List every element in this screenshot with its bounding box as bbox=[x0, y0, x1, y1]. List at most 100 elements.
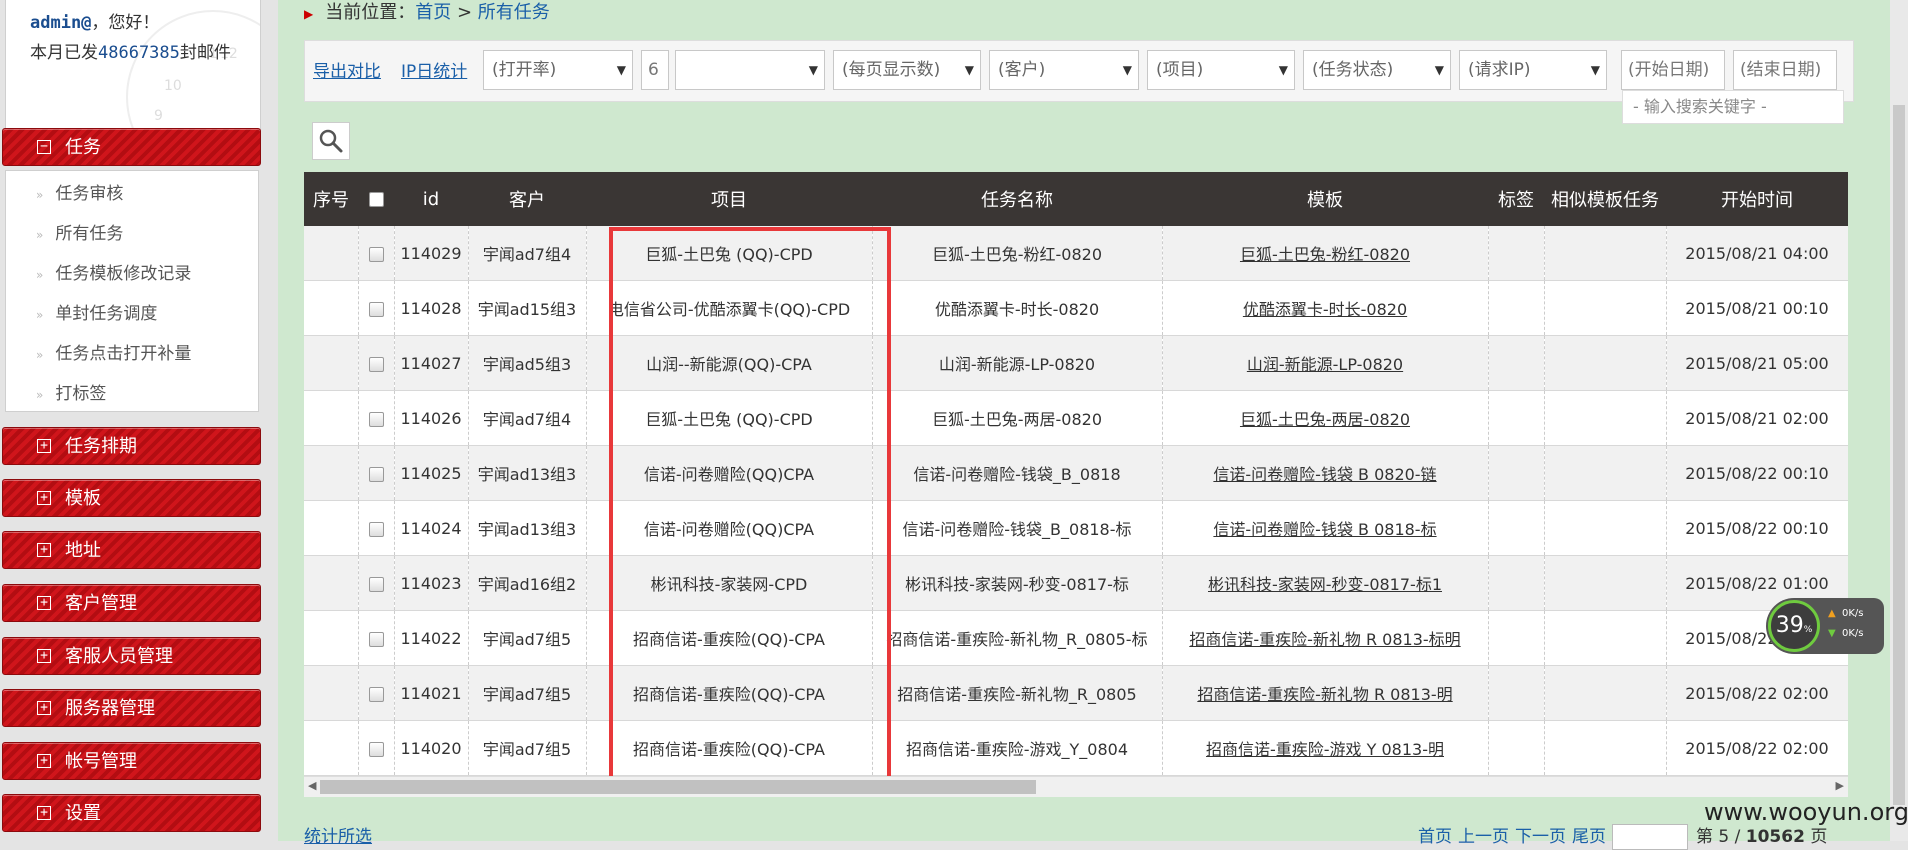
stats-selected-link[interactable]: 统计所选 bbox=[304, 822, 372, 847]
project-cell: 巨狐-土巴兔 (QQ)-CPD bbox=[586, 226, 873, 281]
template-link[interactable]: 招商信诺-重疾险-游戏 Y 0813-明 bbox=[1162, 720, 1489, 776]
row-checkbox[interactable] bbox=[368, 301, 384, 317]
start-time-cell: 2015/08/22 02:00 bbox=[1666, 720, 1848, 776]
per-page-select[interactable]: (每页显示数) ▼ bbox=[833, 50, 981, 90]
template-link[interactable]: 彬讯科技-家装网-秒变-0817-标1 bbox=[1162, 555, 1489, 611]
id-cell: 114023 bbox=[394, 555, 469, 611]
row-checkbox[interactable] bbox=[368, 466, 384, 482]
submenu-item-single-dispatch[interactable]: » 单封任务调度 bbox=[36, 299, 157, 324]
page-first-link[interactable]: 首页 bbox=[1418, 827, 1452, 847]
scroll-right-icon[interactable]: ▶ bbox=[1836, 779, 1844, 792]
request-ip-select[interactable]: (请求IP) ▼ bbox=[1459, 50, 1607, 90]
template-link[interactable]: 信诺-问卷赠险-钱袋 B 0818-标 bbox=[1162, 500, 1489, 556]
menu-customer[interactable]: + 客户管理 bbox=[2, 584, 261, 622]
template-link[interactable]: 巨狐-土巴兔-粉红-0820 bbox=[1162, 226, 1489, 281]
select-all-checkbox[interactable] bbox=[368, 192, 384, 207]
task-name-cell: 信诺-问卷赠险-钱袋_B_0818 bbox=[872, 445, 1163, 501]
checkbox-cell[interactable] bbox=[358, 226, 395, 281]
menu-account[interactable]: + 帐号管理 bbox=[2, 742, 261, 780]
checkbox-cell[interactable] bbox=[358, 390, 395, 446]
table-row[interactable]: 114029 宇闻ad7组4 巨狐-土巴兔 (QQ)-CPD 巨狐-土巴兔-粉红-08… bbox=[304, 226, 1848, 281]
submenu-item-all-tasks[interactable]: » 所有任务 bbox=[36, 219, 123, 244]
menu-scheduling[interactable]: + 任务排期 bbox=[2, 427, 261, 465]
template-link[interactable]: 招商信诺-重疾险-新礼物 R 0813-标明 bbox=[1162, 610, 1489, 666]
menu-server[interactable]: + 服务器管理 bbox=[2, 689, 261, 727]
checkbox-cell[interactable] bbox=[358, 280, 395, 336]
checkbox-cell[interactable] bbox=[358, 500, 395, 556]
checkbox-cell[interactable] bbox=[358, 610, 395, 666]
submenu-item-click-補量[interactable]: » 任务点击打开补量 bbox=[36, 339, 191, 364]
scroll-left-icon[interactable]: ◀ bbox=[308, 779, 316, 792]
project-cell: 巨狐-土巴兔 (QQ)-CPD bbox=[586, 390, 873, 446]
row-checkbox[interactable] bbox=[368, 741, 384, 757]
open-rate-select[interactable]: (打开率) ▼ bbox=[483, 50, 633, 90]
col-template: 模板 bbox=[1162, 172, 1488, 226]
row-checkbox[interactable] bbox=[368, 411, 384, 427]
ip-daily-stats-link[interactable]: IP日统计 bbox=[401, 57, 467, 82]
task-status-select[interactable]: (任务状态) ▼ bbox=[1303, 50, 1451, 90]
horizontal-scrollbar[interactable]: ◀ ▶ bbox=[304, 776, 1848, 797]
page-prev-link[interactable]: 上一页 bbox=[1458, 827, 1509, 847]
row-checkbox[interactable] bbox=[368, 631, 384, 647]
menu-settings[interactable]: + 设置 bbox=[2, 794, 261, 832]
menu-template[interactable]: + 模板 bbox=[2, 479, 261, 517]
sent-count[interactable]: 48667385 bbox=[98, 43, 180, 63]
row-checkbox[interactable] bbox=[368, 686, 384, 702]
project-cell: 招商信诺-重疾险(QQ)-CPA bbox=[586, 665, 873, 721]
double-chevron-icon: » bbox=[36, 268, 44, 282]
scrollbar-thumb[interactable] bbox=[320, 780, 1036, 794]
menu-task[interactable]: − 任务 bbox=[2, 128, 261, 166]
task-name-cell: 信诺-问卷赠险-钱袋_B_0818-标 bbox=[872, 500, 1163, 556]
checkbox-cell[interactable] bbox=[358, 665, 395, 721]
export-compare-link[interactable]: 导出对比 bbox=[313, 57, 381, 82]
tag-cell bbox=[1488, 280, 1545, 336]
start-date-input[interactable]: (开始日期) bbox=[1621, 50, 1725, 90]
menu-service-staff[interactable]: + 客服人员管理 bbox=[2, 637, 261, 675]
checkbox-cell[interactable] bbox=[358, 445, 395, 501]
template-link[interactable]: 优酷添翼卡-时长-0820 bbox=[1162, 280, 1489, 336]
template-link[interactable]: 信诺-问卷赠险-钱袋 B 0820-链 bbox=[1162, 445, 1489, 501]
breadcrumb-current[interactable]: 所有任务 bbox=[478, 2, 550, 23]
row-checkbox[interactable] bbox=[368, 576, 384, 592]
table-row[interactable]: 114020 宇闻ad7组5 招商信诺-重疾险(QQ)-CPA 招商信诺-重疾险-游戏… bbox=[304, 720, 1848, 776]
row-checkbox[interactable] bbox=[368, 246, 384, 262]
table-row[interactable]: 114021 宇闻ad7组5 招商信诺-重疾险(QQ)-CPA 招商信诺-重疾险-新礼… bbox=[304, 665, 1848, 721]
checkbox-cell[interactable] bbox=[358, 555, 395, 611]
submenu-item-tagging[interactable]: » 打标签 bbox=[36, 379, 106, 404]
menu-address[interactable]: + 地址 bbox=[2, 531, 261, 569]
search-button[interactable] bbox=[312, 122, 350, 160]
table-row[interactable]: 114025 宇闻ad13组3 信诺-问卷赠险(QQ)CPA 信诺-问卷赠险-钱袋_B… bbox=[304, 445, 1848, 501]
table-row[interactable]: 114028 宇闻ad15组3 电信省公司-优酷添翼卡(QQ)-CPD 优酷添翼卡-时… bbox=[304, 280, 1848, 336]
vertical-scrollbar-thumb[interactable] bbox=[1893, 105, 1905, 805]
page-last-link[interactable]: 尾页 bbox=[1572, 827, 1606, 847]
page-next-link[interactable]: 下一页 bbox=[1515, 827, 1566, 847]
template-link[interactable]: 招商信诺-重疾险-新礼物 R 0813-明 bbox=[1162, 665, 1489, 721]
submenu-item-template-log[interactable]: » 任务模板修改记录 bbox=[36, 259, 191, 284]
project-select[interactable]: (项目) ▼ bbox=[1147, 50, 1295, 90]
id-cell: 114020 bbox=[394, 720, 469, 776]
table-row[interactable]: 114027 宇闻ad5组3 山润--新能源(QQ)-CPA 山润-新能源-LP-08… bbox=[304, 335, 1848, 391]
breadcrumb-home-link[interactable]: 首页 bbox=[415, 2, 451, 23]
blank-select[interactable]: ▼ bbox=[675, 50, 825, 90]
customer-select[interactable]: (客户) ▼ bbox=[989, 50, 1139, 90]
table-row[interactable]: 114023 宇闻ad16组2 彬讯科技-家装网-CPD 彬讯科技-家装网-秒变-08… bbox=[304, 555, 1848, 611]
template-link[interactable]: 山润-新能源-LP-0820 bbox=[1162, 335, 1489, 391]
row-checkbox[interactable] bbox=[368, 356, 384, 372]
checkbox-cell[interactable] bbox=[358, 720, 395, 776]
submenu-item-task-review[interactable]: » 任务审核 bbox=[36, 179, 123, 204]
count-input[interactable]: 6 bbox=[641, 50, 669, 90]
end-date-input[interactable]: (结束日期) bbox=[1733, 50, 1837, 90]
row-checkbox[interactable] bbox=[368, 521, 384, 537]
col-select-all[interactable] bbox=[358, 172, 394, 226]
keyword-search-input[interactable]: - 输入搜索关键字 - bbox=[1622, 90, 1844, 124]
page-jump-input[interactable] bbox=[1612, 824, 1688, 850]
checkbox-cell[interactable] bbox=[358, 335, 395, 391]
table-row[interactable]: 114022 宇闻ad7组5 招商信诺-重疾险(QQ)-CPA 招商信诺-重疾险-新礼… bbox=[304, 610, 1848, 666]
caret-down-icon: ▼ bbox=[1122, 63, 1132, 77]
network-speed-widget[interactable]: 39% ▲ 0K/s ▼ 0K/s bbox=[1766, 598, 1884, 654]
table-row[interactable]: 114024 宇闻ad13组3 信诺-问卷赠险(QQ)CPA 信诺-问卷赠险-钱袋_B… bbox=[304, 500, 1848, 556]
start-time-cell: 2015/08/21 04:00 bbox=[1666, 226, 1848, 281]
vertical-scrollbar[interactable] bbox=[1890, 0, 1908, 841]
template-link[interactable]: 巨狐-土巴兔-两居-0820 bbox=[1162, 390, 1489, 446]
table-row[interactable]: 114026 宇闻ad7组4 巨狐-土巴兔 (QQ)-CPD 巨狐-土巴兔-两居-08… bbox=[304, 390, 1848, 446]
